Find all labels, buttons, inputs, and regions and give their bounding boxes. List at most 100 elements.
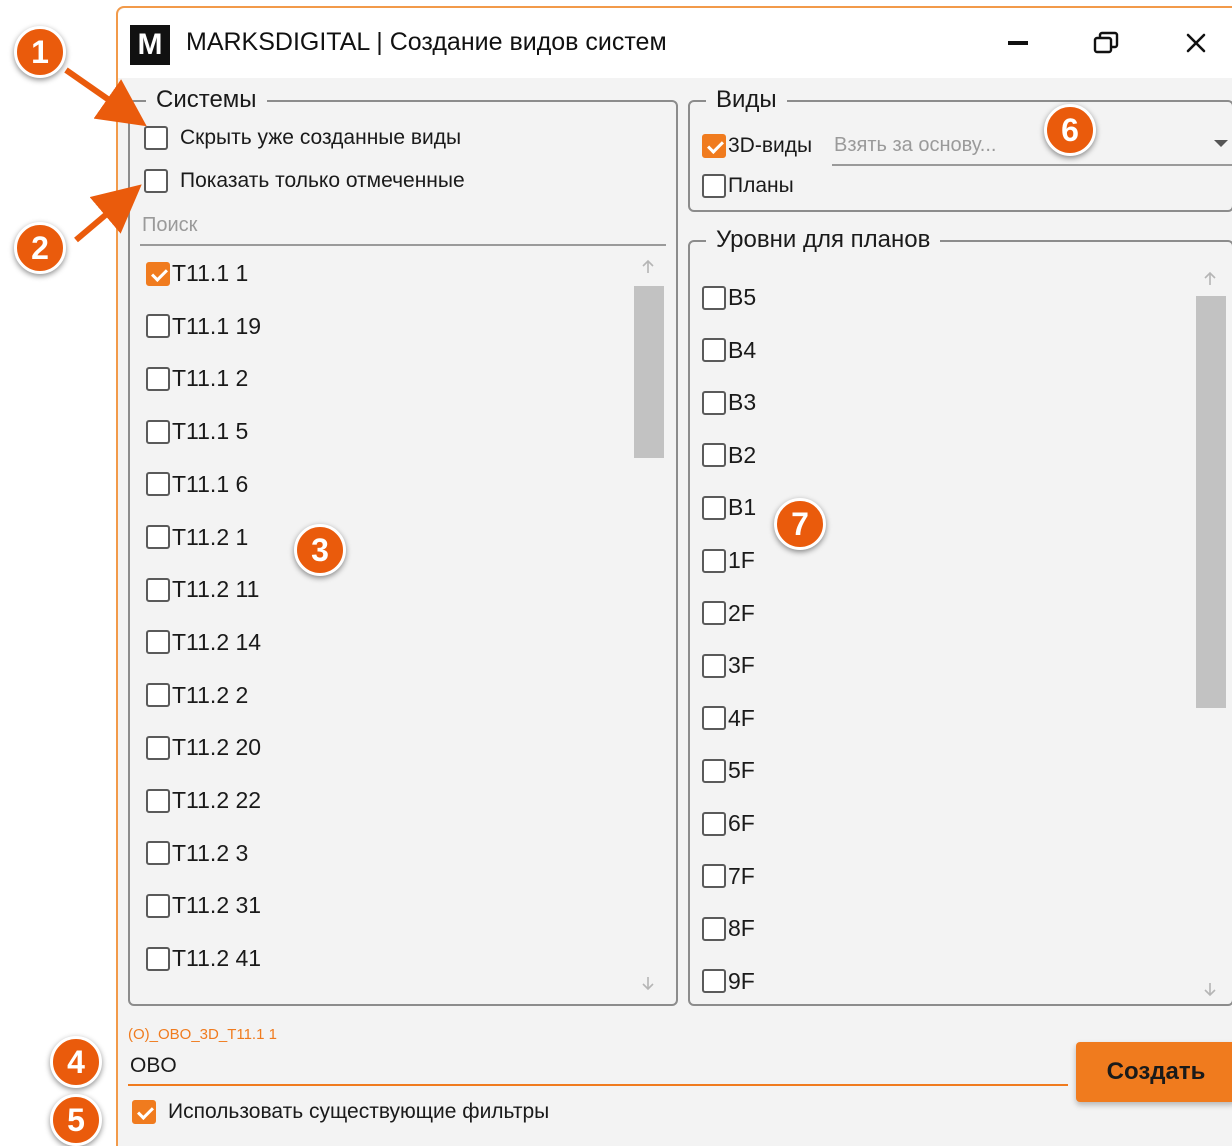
system-item[interactable]: T11.1 2 [146,365,248,392]
minimize-button[interactable] [990,20,1046,66]
system-item-checkbox[interactable] [146,314,170,339]
system-item-checkbox[interactable] [146,841,170,866]
scroll-up-button[interactable] [1194,264,1226,294]
plans-checkbox[interactable] [702,174,726,198]
system-item[interactable]: T11.2 2 [146,682,248,709]
arrow-up-icon [642,259,654,273]
view-name-input[interactable] [128,1048,1068,1086]
level-item-label: 7F [728,862,755,889]
views-3d-checkbox[interactable] [702,134,726,158]
close-icon [1186,33,1206,53]
scrollbar-thumb[interactable] [1196,296,1226,708]
level-item-checkbox[interactable] [702,338,726,363]
system-item-label: T11.2 1 [172,523,249,550]
scrollbar-thumb[interactable] [634,286,664,458]
system-item-checkbox[interactable] [146,946,170,971]
level-item-checkbox[interactable] [702,548,726,573]
views-3d-option[interactable]: 3D-виды [702,134,812,158]
system-item-checkbox[interactable] [146,525,170,549]
levels-scrollbar[interactable] [1194,264,1226,1004]
arrow-down-icon [642,977,654,991]
system-item-checkbox[interactable] [146,630,170,655]
level-item-label: 1F [728,547,755,573]
system-item[interactable]: T11.2 31 [146,892,261,919]
level-item[interactable]: 7F [702,863,755,890]
level-item[interactable]: 5F [702,757,755,784]
restore-button[interactable] [1078,20,1134,66]
level-item-checkbox[interactable] [702,601,726,626]
title-bar[interactable]: M MARKSDIGITAL | Создание видов систем [118,8,1232,78]
use-filters-label: Использовать существующие фильтры [168,1100,550,1123]
level-item-checkbox[interactable] [702,969,726,994]
arrow-down-icon [1204,983,1216,997]
show-checked-only-option[interactable]: Показать только отмеченные [144,169,465,193]
callout-badge-6: 6 [1044,104,1096,156]
level-item[interactable]: 9F [702,968,755,995]
use-filters-checkbox[interactable] [132,1100,156,1124]
levels-list: B5 B4 B3 B2 B1 1F 2F 3F 4F 5F 6F 7F 8F 9F [702,276,1182,996]
system-item[interactable]: T11.2 14 [146,629,261,656]
level-item-checkbox[interactable] [702,443,726,468]
plans-option[interactable]: Планы [702,174,794,198]
level-item-checkbox[interactable] [702,706,726,731]
search-input[interactable] [140,206,666,246]
level-item[interactable]: 2F [702,600,755,627]
close-button[interactable] [1168,20,1224,66]
system-item-checkbox[interactable] [146,893,170,918]
level-item-checkbox[interactable] [702,285,726,310]
level-item-checkbox[interactable] [702,390,726,415]
level-item-label: B4 [728,336,757,363]
system-item[interactable]: T11.2 41 [146,945,261,972]
hide-created-label: Скрыть уже созданные виды [180,126,462,149]
system-item-checkbox[interactable] [146,788,170,813]
level-item[interactable]: 3F [702,652,755,679]
system-item[interactable]: T11.1 6 [146,471,248,498]
system-item-checkbox[interactable] [146,472,170,497]
level-item[interactable]: 8F [702,915,755,942]
level-item[interactable]: 4F [702,705,755,732]
level-item-checkbox[interactable] [702,811,726,836]
system-item[interactable]: T11.2 11 [146,576,259,603]
system-item[interactable]: T11.2 20 [146,734,261,761]
scroll-down-button[interactable] [632,968,664,998]
level-item[interactable]: B4 [702,337,756,364]
hide-created-option[interactable]: Скрыть уже созданные виды [144,126,461,150]
views-3d-label: 3D-виды [728,134,813,157]
level-item[interactable]: B5 [702,284,756,311]
app-logo: M [130,25,170,65]
level-item-checkbox[interactable] [702,495,726,520]
system-item-checkbox[interactable] [146,419,170,444]
level-item[interactable]: 1F [702,547,755,574]
level-item-checkbox[interactable] [702,916,726,941]
system-item[interactable]: T11.1 1 [146,260,248,287]
system-item-checkbox[interactable] [146,683,170,708]
system-item-label: T11.2 11 [172,576,260,603]
callout-badge-2: 2 [14,222,66,274]
level-item-checkbox[interactable] [702,653,726,678]
level-item-checkbox[interactable] [702,758,726,783]
level-item[interactable]: 6F [702,810,755,837]
system-item[interactable]: T11.2 3 [146,840,248,867]
systems-scrollbar[interactable] [632,252,664,996]
level-item-checkbox[interactable] [702,864,726,889]
level-item[interactable]: B1 [702,494,756,521]
system-item[interactable]: T11.2 22 [146,787,261,814]
level-item[interactable]: B3 [702,389,756,416]
use-filters-option[interactable]: Использовать существующие фильтры [132,1100,549,1124]
scroll-up-button[interactable] [632,252,664,282]
scroll-down-button[interactable] [1194,974,1226,1004]
level-item[interactable]: B2 [702,442,756,469]
system-item-label: T11.2 14 [172,628,262,655]
system-item-checkbox[interactable] [146,577,170,602]
system-item[interactable]: T11.1 5 [146,418,248,445]
create-button[interactable]: Создать [1076,1042,1232,1102]
system-item-checkbox[interactable] [146,366,170,391]
plans-label: Планы [728,174,794,197]
system-item-checkbox[interactable] [146,261,170,286]
base-view-combobox[interactable]: Взять за основу... [832,126,1232,166]
system-item[interactable]: T11.2 1 [146,524,248,551]
level-item-label: 3F [728,652,755,679]
views-legend: Виды [706,85,787,115]
system-item-checkbox[interactable] [146,735,170,760]
system-item[interactable]: T11.1 19 [146,313,261,340]
